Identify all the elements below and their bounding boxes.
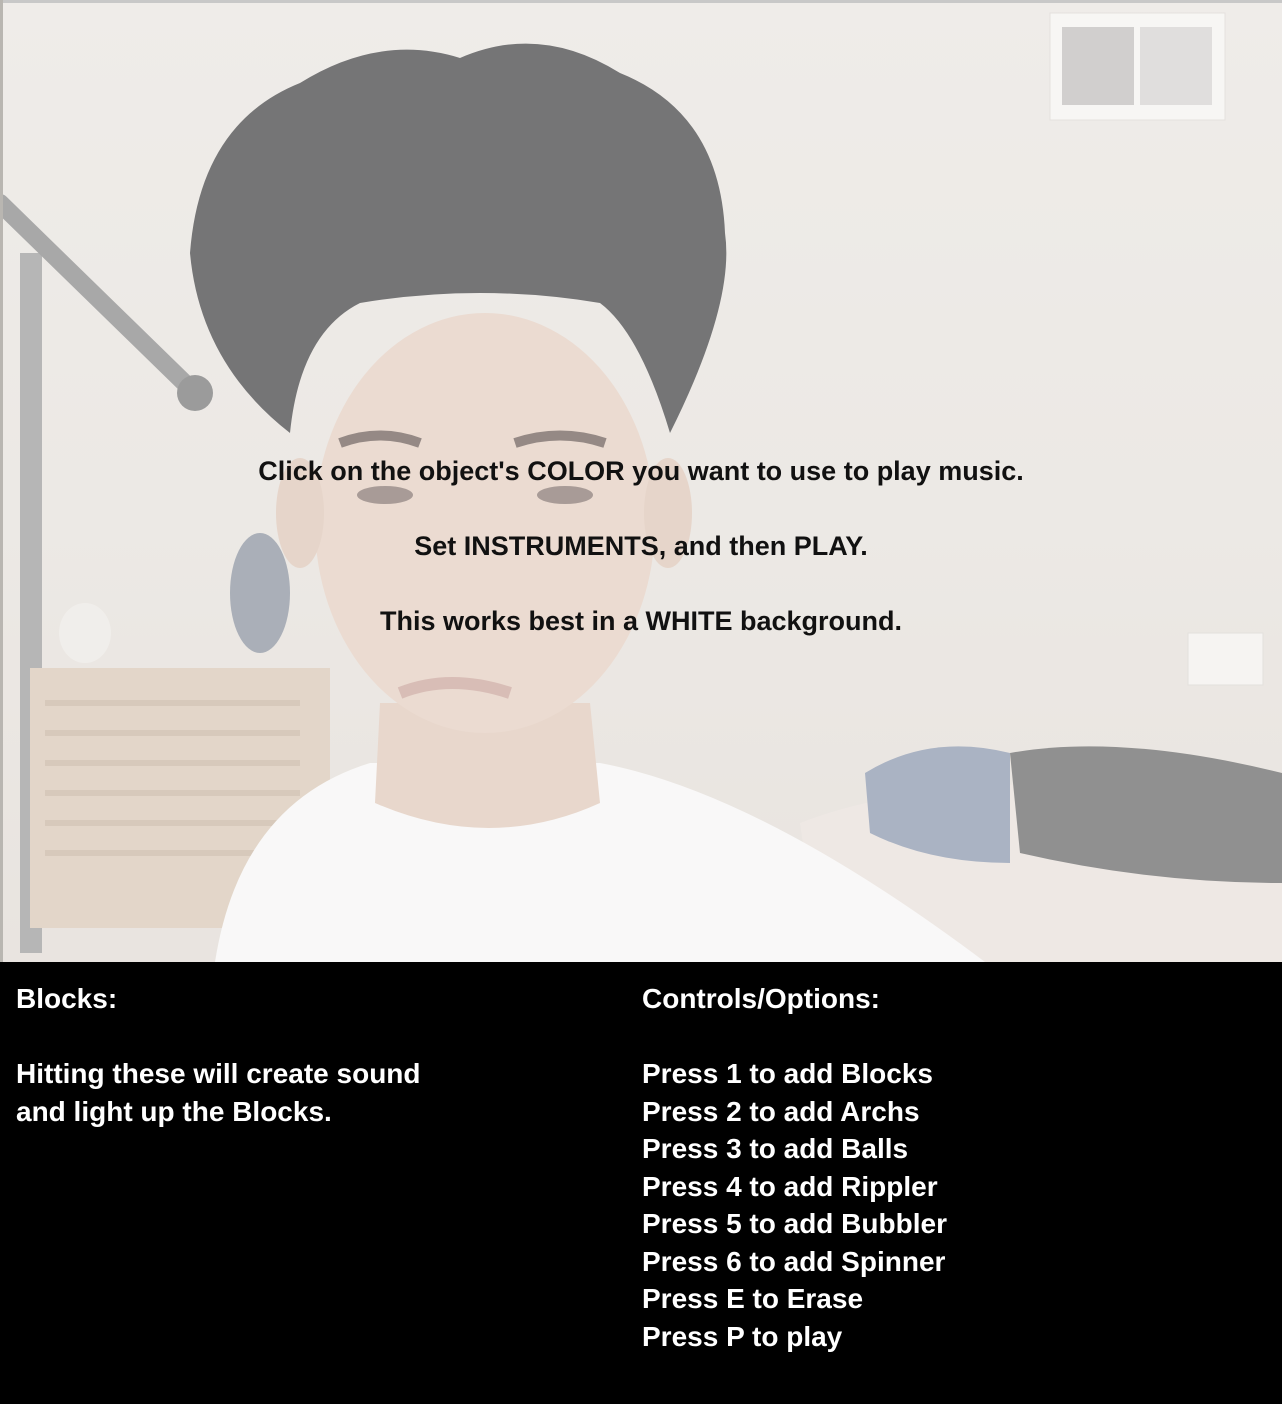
blocks-section: Blocks: Hitting these will create sound … (16, 980, 576, 1130)
control-item-spinner: Press 6 to add Spinner (642, 1245, 946, 1277)
controls-section: Controls/Options: Press 1 to add Blocks … (642, 980, 1242, 1355)
instruction-background: This works best in a WHITE background. (379, 606, 903, 636)
control-item-blocks: Press 1 to add Blocks (642, 1058, 934, 1089)
instruction-color: Click on the object's COLOR you want to … (258, 456, 1024, 486)
control-item-bubbler: Press 5 to add Bubbler (642, 1208, 947, 1239)
control-item-balls: Press 3 to add Balls (642, 1133, 909, 1164)
info-panel: Blocks: Hitting these will create sound … (0, 962, 1282, 1404)
control-item-erase: Press E to Erase (642, 1283, 864, 1314)
instruction-instruments: Set INSTRUMENTS, and then PLAY. (414, 531, 868, 561)
blocks-description-line: and light up the Blocks. (16, 1095, 332, 1127)
control-item-rippler: Press 4 to add Rippler (642, 1170, 938, 1202)
webcam-feed[interactable]: Click on the object's COLOR you want to … (0, 3, 1282, 962)
control-item-play: Press P to play (642, 1320, 843, 1352)
window-left-edge (0, 0, 3, 962)
control-item-archs: Press 2 to add Archs (642, 1095, 920, 1127)
controls-heading: Controls/Options: (642, 983, 880, 1014)
blocks-description-line: Hitting these will create sound (16, 1058, 421, 1089)
blocks-heading: Blocks: (16, 983, 118, 1014)
